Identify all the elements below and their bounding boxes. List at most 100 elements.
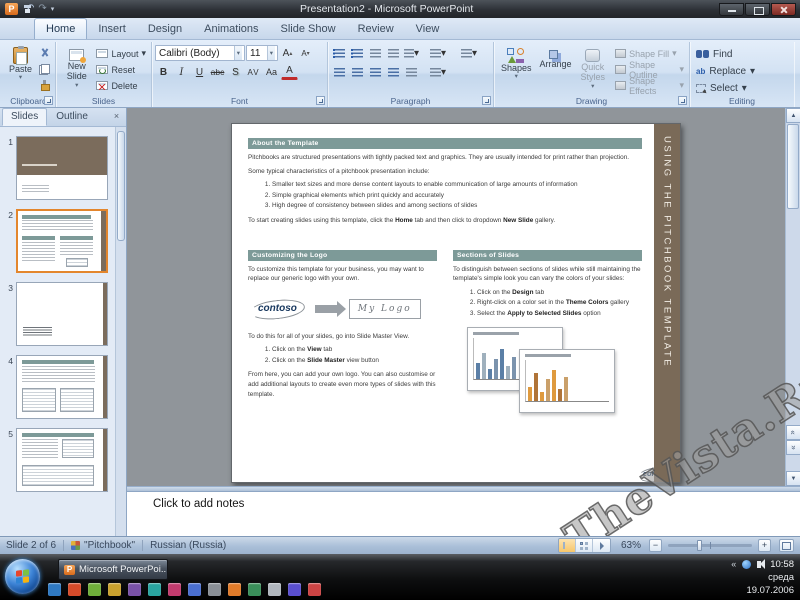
quick-launch-icon-9[interactable] — [208, 583, 221, 596]
justify-button[interactable] — [385, 64, 402, 80]
slide-thumbnail-row-3[interactable]: 3 — [2, 282, 113, 346]
character-spacing-button[interactable]: AV — [245, 64, 262, 80]
numbering-button[interactable] — [349, 45, 366, 61]
columns-button[interactable] — [403, 64, 420, 80]
cut-button[interactable] — [36, 46, 53, 61]
zoom-out-button[interactable]: − — [649, 539, 662, 552]
paragraph-dialog-launcher[interactable] — [482, 96, 491, 105]
maximize-button[interactable] — [745, 3, 770, 16]
quick-launch-icon-1[interactable] — [48, 583, 61, 596]
quick-launch-icon-6[interactable] — [148, 583, 161, 596]
strikethrough-button[interactable]: abc — [209, 64, 226, 80]
slide-1-thumbnail[interactable] — [16, 136, 108, 200]
font-name-combo[interactable]: Calibri (Body)▾ — [155, 45, 245, 61]
align-text-button[interactable]: ▾ — [425, 64, 451, 80]
quick-launch-icon-10[interactable] — [228, 583, 241, 596]
grow-font-button[interactable]: A▴ — [279, 45, 296, 61]
shrink-font-button[interactable]: A▾ — [297, 45, 314, 61]
arrange-button[interactable]: Arrange — [536, 44, 576, 94]
new-slide-button[interactable]: New Slide ▾ — [59, 44, 94, 94]
next-slide-button[interactable]: « — [786, 440, 800, 455]
zoom-slider-thumb[interactable] — [697, 540, 702, 551]
panel-close-button[interactable]: × — [110, 110, 123, 123]
text-direction-button[interactable]: ▾ — [425, 45, 451, 61]
drawing-dialog-launcher[interactable] — [678, 96, 687, 105]
notes-pane[interactable]: Click to add notes — [127, 491, 800, 536]
line-spacing-button[interactable]: ▾ — [403, 45, 420, 61]
scroll-down-button[interactable]: ▼ — [786, 471, 800, 486]
scrollbar-thumb[interactable] — [787, 124, 799, 209]
bold-button[interactable]: B — [155, 64, 172, 80]
quick-launch-icon-7[interactable] — [168, 583, 181, 596]
align-right-button[interactable] — [367, 64, 384, 80]
increase-indent-button[interactable] — [385, 45, 402, 61]
change-case-button[interactable]: Aa — [263, 64, 280, 80]
font-name-dropdown-arrow[interactable]: ▾ — [234, 46, 242, 60]
shapes-dropdown-arrow[interactable]: ▾ — [515, 73, 518, 80]
minimize-button[interactable] — [719, 3, 744, 16]
slide-thumbnail-row-5[interactable]: 5 — [2, 428, 113, 492]
align-center-button[interactable] — [349, 64, 366, 80]
tray-status-icon[interactable] — [742, 560, 751, 569]
italic-button[interactable]: I — [173, 64, 190, 80]
quick-launch-icon-14[interactable] — [308, 583, 321, 596]
copy-button[interactable] — [36, 62, 53, 77]
decrease-indent-button[interactable] — [367, 45, 384, 61]
slide-sorter-view-button[interactable] — [576, 539, 593, 552]
shapes-button[interactable]: Shapes ▾ — [497, 44, 536, 94]
close-button[interactable] — [771, 3, 796, 16]
tab-review[interactable]: Review — [347, 19, 405, 39]
slide-3-thumbnail[interactable] — [16, 282, 108, 346]
slide-thumbnail-row-2[interactable]: 2 — [2, 209, 113, 273]
quick-styles-dropdown-arrow[interactable]: ▾ — [591, 83, 594, 90]
zoom-in-button[interactable]: + — [758, 539, 771, 552]
notes-placeholder[interactable]: Click to add notes — [153, 498, 244, 510]
panel-tab-slides[interactable]: Slides — [2, 108, 47, 126]
reset-button[interactable]: Reset — [94, 62, 148, 77]
tray-collapse-button[interactable]: « — [731, 559, 736, 569]
replace-button[interactable]: abReplace▾ — [693, 63, 791, 79]
quick-launch-icon-3[interactable] — [88, 583, 101, 596]
language-indicator[interactable]: Russian (Russia) — [150, 540, 226, 551]
new-slide-dropdown-arrow[interactable]: ▾ — [75, 82, 78, 89]
font-color-button[interactable]: A — [281, 64, 298, 80]
layout-button[interactable]: Layout▾ — [94, 46, 148, 61]
normal-view-button[interactable] — [559, 539, 576, 552]
quick-styles-button[interactable]: Quick Styles ▾ — [576, 44, 611, 94]
panel-scrollbar[interactable] — [115, 127, 126, 536]
paste-button[interactable]: Paste ▾ — [5, 44, 36, 94]
start-button[interactable] — [5, 559, 40, 594]
convert-smartart-button[interactable]: ▾ — [456, 45, 482, 61]
bullets-button[interactable] — [331, 45, 348, 61]
scroll-up-button[interactable]: ▲ — [786, 108, 800, 123]
zoom-slider[interactable] — [668, 544, 752, 547]
slide-4-thumbnail[interactable] — [16, 355, 108, 419]
slide-2-editing-surface[interactable]: About the Template Pitchbooks are struct… — [231, 123, 681, 483]
slide-show-button[interactable] — [593, 539, 610, 552]
quick-launch-icon-5[interactable] — [128, 583, 141, 596]
powerpoint-task-button[interactable]: P Microsoft PowerPoi... — [58, 559, 168, 580]
fit-slide-to-window-button[interactable] — [779, 539, 794, 552]
slide-2-thumbnail-selected[interactable] — [16, 209, 108, 273]
tab-animations[interactable]: Animations — [193, 19, 269, 39]
format-painter-button[interactable] — [36, 78, 53, 93]
font-dialog-launcher[interactable] — [316, 96, 325, 105]
redo-button[interactable]: ↷ — [38, 3, 46, 15]
align-left-button[interactable] — [331, 64, 348, 80]
tab-view[interactable]: View — [405, 19, 451, 39]
font-size-dropdown-arrow[interactable]: ▾ — [267, 46, 275, 60]
slide-5-thumbnail[interactable] — [16, 428, 108, 492]
powerpoint-app-icon[interactable]: P — [5, 3, 18, 15]
panel-tab-outline[interactable]: Outline — [47, 108, 97, 126]
zoom-level[interactable]: 63% — [621, 540, 641, 551]
quick-launch-icon-8[interactable] — [188, 583, 201, 596]
tab-design[interactable]: Design — [137, 19, 193, 39]
find-button[interactable]: Find — [693, 46, 791, 62]
quick-launch-icon-11[interactable] — [248, 583, 261, 596]
clock-time[interactable]: 10:58 — [770, 559, 794, 570]
quick-launch-icon-2[interactable] — [68, 583, 81, 596]
delete-button[interactable]: Delete — [94, 78, 148, 93]
quick-launch-icon-4[interactable] — [108, 583, 121, 596]
panel-scrollbar-thumb[interactable] — [117, 131, 125, 241]
slide-thumbnail-row-4[interactable]: 4 — [2, 355, 113, 419]
